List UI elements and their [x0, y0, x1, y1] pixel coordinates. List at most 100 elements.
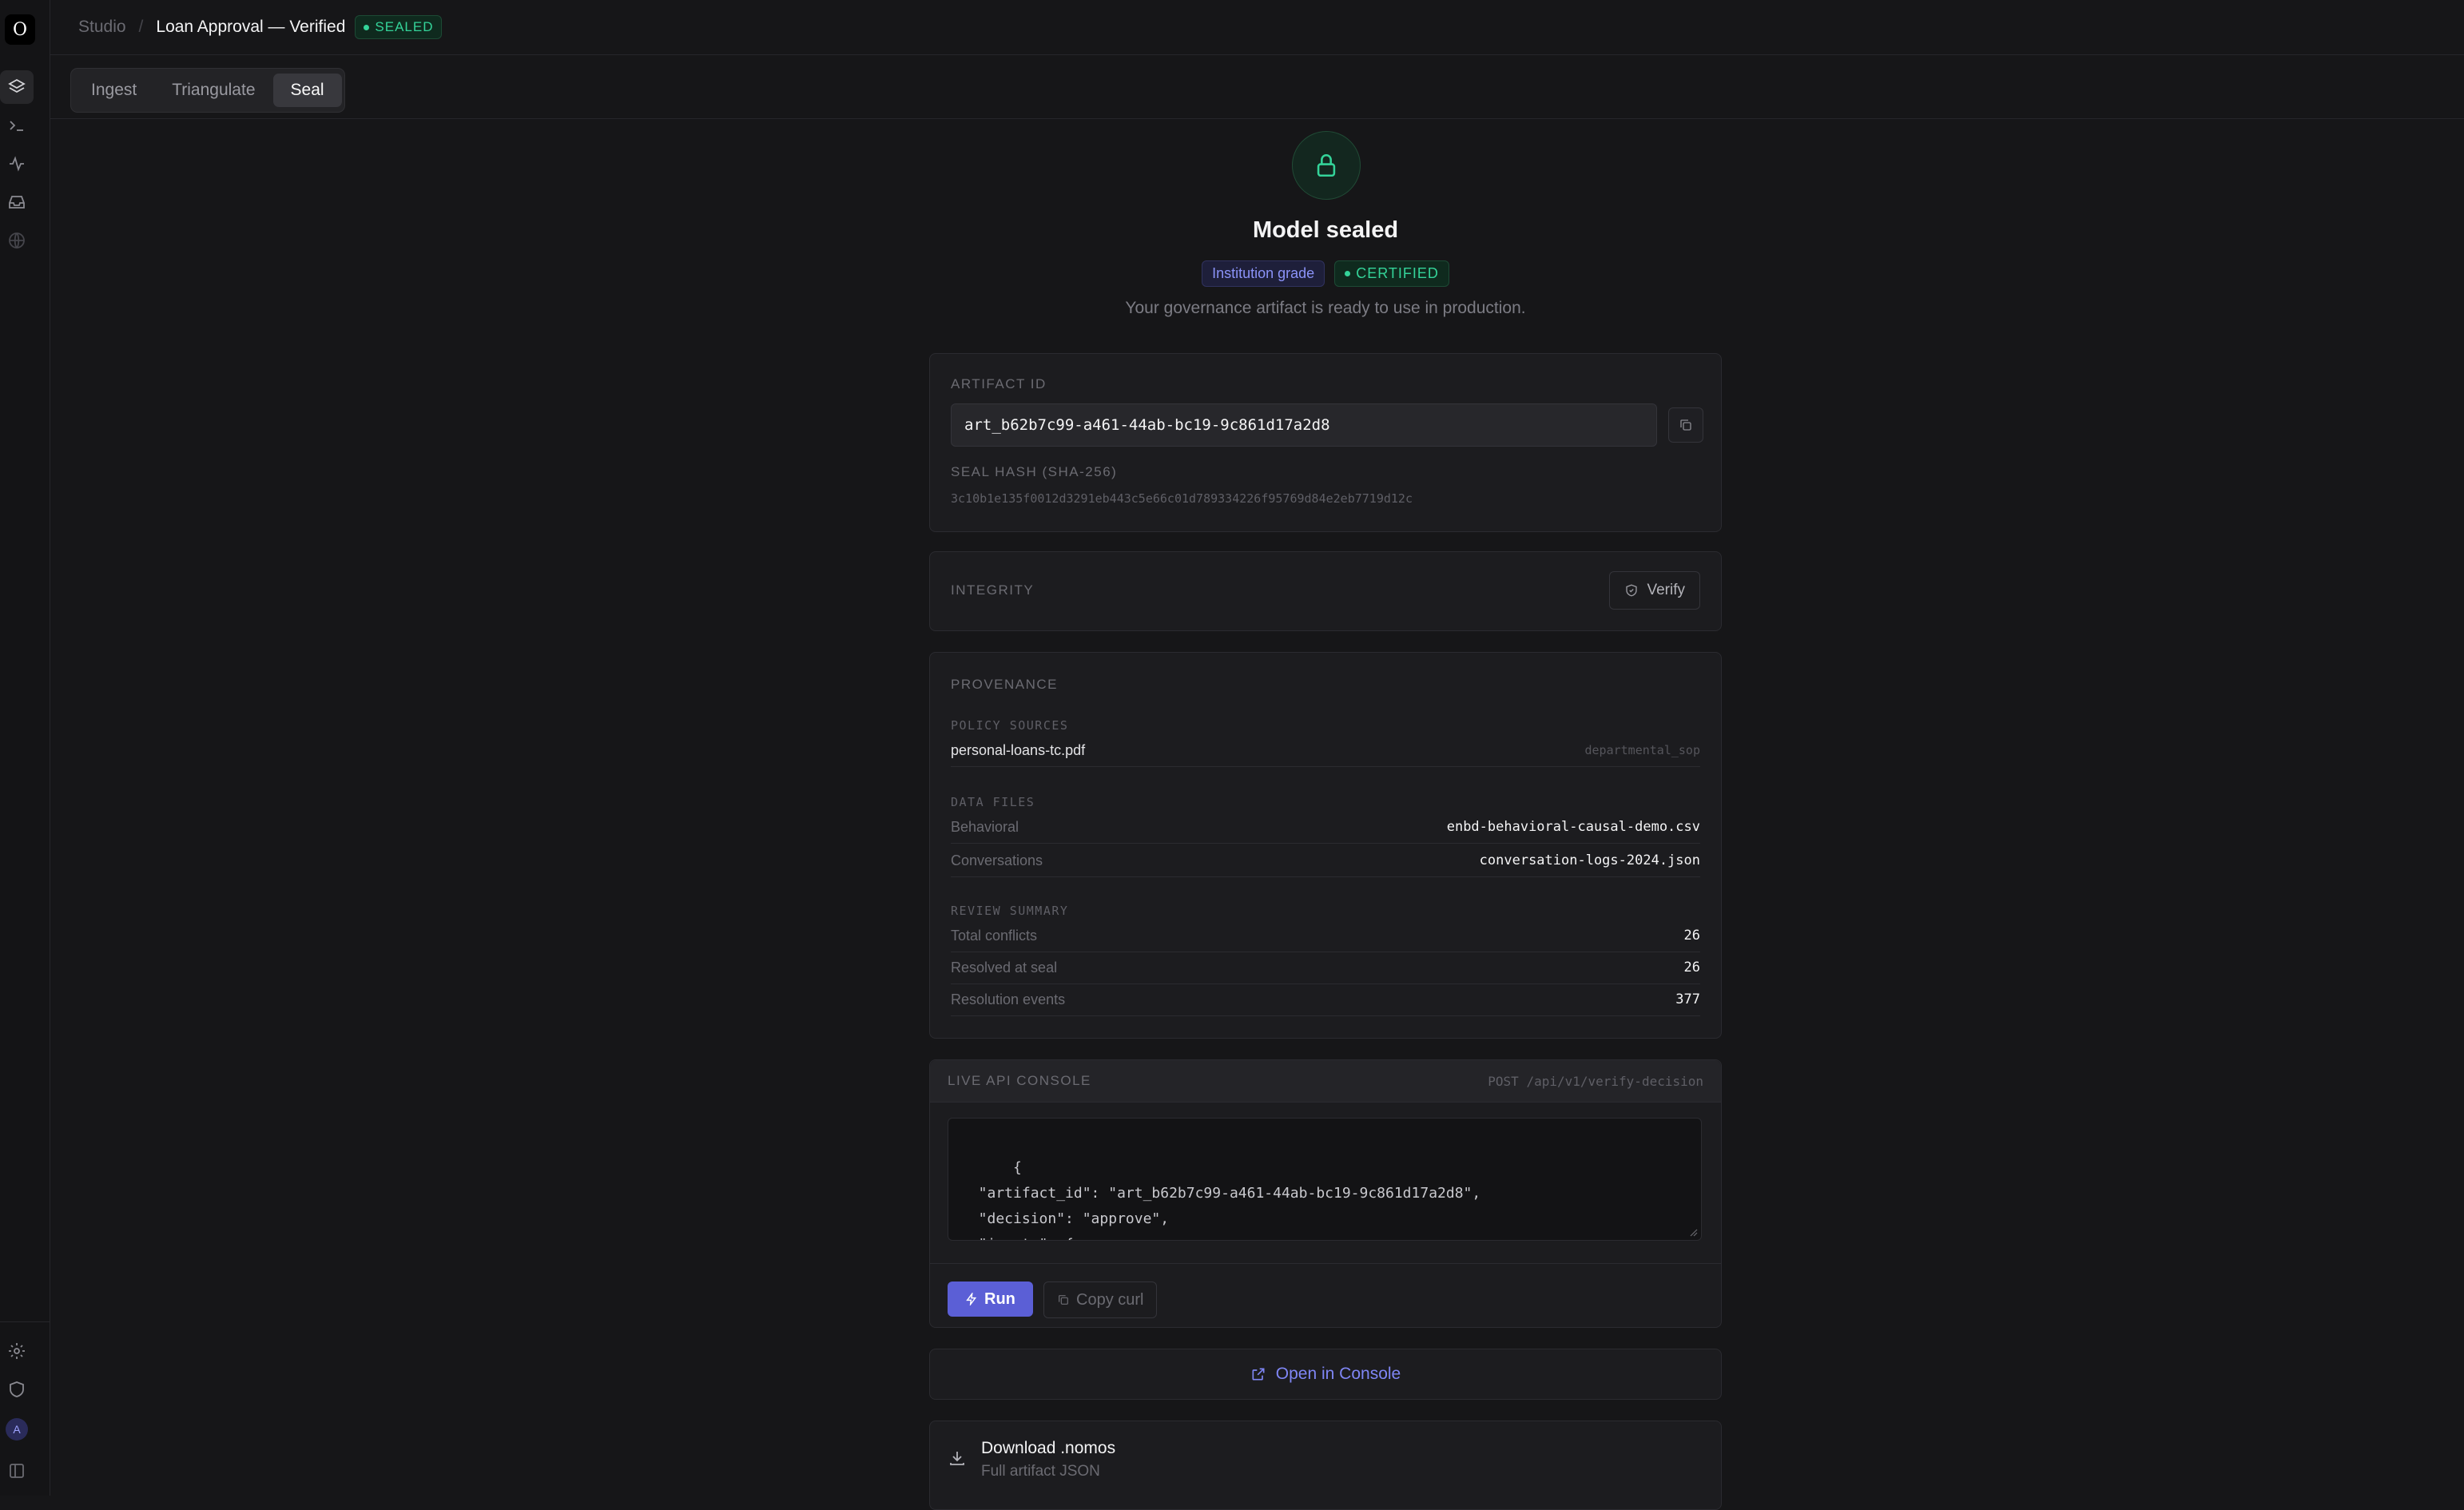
- artifact-card: ARTIFACT ID art_b62b7c99-a461-44ab-bc19-…: [929, 353, 1722, 532]
- api-endpoint: POST /api/v1/verify-decision: [1488, 1074, 1703, 1089]
- nav-activity[interactable]: [0, 147, 34, 181]
- policy-type: departmental_sop: [1584, 743, 1701, 757]
- data-file-kind: Conversations: [951, 852, 1043, 868]
- certified-dot: [1345, 271, 1351, 276]
- lock-icon: [1317, 154, 1336, 177]
- review-summary-label: REVIEW SUMMARY: [951, 904, 1069, 918]
- nav-shield[interactable]: [0, 1373, 34, 1406]
- download-title: Download .nomos: [981, 1439, 1116, 1457]
- data-file-row: Behavioral enbd-behavioral-causal-demo.c…: [951, 811, 1700, 844]
- copy-id-button[interactable]: [1668, 407, 1703, 443]
- review-value: 26: [1683, 960, 1700, 976]
- stage-tabs: Ingest Triangulate Seal: [70, 68, 345, 113]
- inbox-icon: [9, 196, 25, 209]
- open-in-console-button[interactable]: Open in Console: [929, 1349, 1722, 1400]
- request-body-text: { "artifact_id": "art_b62b7c99-a461-44ab…: [978, 1159, 1481, 1240]
- status-badge-label: SEALED: [375, 19, 434, 34]
- shield-icon: [10, 1381, 24, 1397]
- sidebar-toggle-icon: [10, 1464, 24, 1478]
- data-files-label: DATA FILES: [951, 795, 1035, 809]
- tab-seal[interactable]: Seal: [272, 74, 342, 107]
- download-subtitle: Full artifact JSON: [981, 1463, 1100, 1480]
- request-body-editor[interactable]: { "artifact_id": "art_b62b7c99-a461-44ab…: [948, 1118, 1702, 1241]
- review-key: Resolved at seal: [951, 959, 1058, 976]
- verify-button[interactable]: Verify: [1609, 571, 1700, 610]
- review-value: 377: [1675, 991, 1700, 1007]
- review-row: Total conflicts 26: [951, 920, 1700, 952]
- hero-title: Model sealed: [1252, 217, 1399, 243]
- api-console-card: LIVE API CONSOLE POST /api/v1/verify-dec…: [929, 1059, 1722, 1328]
- artifact-id-label: ARTIFACT ID: [951, 376, 1047, 391]
- api-console-header: LIVE API CONSOLE POST /api/v1/verify-dec…: [930, 1060, 1721, 1103]
- avatar: A: [6, 1418, 28, 1440]
- rail-divider: [0, 1321, 50, 1322]
- avatar-button[interactable]: A: [0, 1413, 34, 1446]
- certified-label: CERTIFIED: [1356, 265, 1439, 281]
- run-button[interactable]: Run: [948, 1282, 1033, 1317]
- layers-icon: [8, 78, 26, 93]
- hero-badges: Institution grade CERTIFIED: [929, 260, 1722, 287]
- left-rail: O A: [0, 0, 50, 1496]
- tabs-row: Ingest Triangulate Seal: [50, 54, 2464, 119]
- copy-curl-label: Copy curl: [1076, 1290, 1144, 1309]
- certified-badge: CERTIFIED: [1334, 260, 1449, 287]
- tab-ingest[interactable]: Ingest: [74, 74, 154, 107]
- hero-subtitle: Your governance artifact is ready to use…: [1125, 299, 1526, 317]
- integrity-label: INTEGRITY: [951, 582, 1035, 598]
- activity-icon: [10, 156, 24, 172]
- grade-badge: Institution grade: [1202, 260, 1325, 287]
- policy-sources-label: POLICY SOURCES: [951, 718, 1069, 733]
- nav-globe[interactable]: [0, 224, 34, 257]
- provenance-label: PROVENANCE: [951, 677, 1059, 692]
- policy-row: personal-loans-tc.pdf departmental_sop: [951, 734, 1700, 767]
- sidebar-toggle[interactable]: [0, 1454, 34, 1488]
- nav-settings[interactable]: [0, 1334, 34, 1368]
- review-key: Resolution events: [951, 991, 1066, 1007]
- artifact-id-field[interactable]: art_b62b7c99-a461-44ab-bc19-9c861d17a2d8: [951, 403, 1657, 447]
- nav-layers[interactable]: [0, 70, 34, 104]
- review-value: 26: [1683, 928, 1700, 944]
- external-link-icon: [1252, 1368, 1265, 1381]
- globe-icon: [9, 232, 25, 249]
- provenance-card: PROVENANCE POLICY SOURCES personal-loans…: [929, 652, 1722, 1039]
- top-bar: Studio / Loan Approval — Verified SEALED: [50, 0, 2464, 55]
- download-card[interactable]: Download .nomos Full artifact JSON: [929, 1421, 1722, 1510]
- data-file-name: conversation-logs-2024.json: [1479, 852, 1700, 868]
- app-logo[interactable]: O: [5, 14, 35, 45]
- api-console-label: LIVE API CONSOLE: [948, 1073, 1091, 1088]
- page-title: Loan Approval — Verified: [156, 18, 346, 36]
- settings-icon: [9, 1343, 25, 1359]
- run-label: Run: [984, 1289, 1015, 1308]
- shield-check-icon: [1626, 584, 1638, 597]
- logo-glyph: O: [12, 19, 28, 40]
- download-icon: [950, 1452, 964, 1465]
- bolt-icon: [966, 1293, 977, 1305]
- data-file-row: Conversations conversation-logs-2024.jso…: [951, 844, 1700, 877]
- policy-file: personal-loans-tc.pdf: [951, 741, 1086, 758]
- breadcrumb-separator: /: [138, 18, 144, 36]
- review-row: Resolved at seal 26: [951, 952, 1700, 984]
- review-row: Resolution events 377: [951, 983, 1700, 1016]
- copy-curl-button[interactable]: Copy curl: [1043, 1282, 1158, 1318]
- data-file-name: enbd-behavioral-causal-demo.csv: [1446, 819, 1700, 835]
- avatar-initial: A: [13, 1423, 21, 1436]
- integrity-card: INTEGRITY Verify: [929, 551, 1722, 631]
- terminal-icon: [10, 121, 23, 131]
- copy-icon: [1680, 419, 1691, 431]
- resize-handle-icon[interactable]: [1688, 1227, 1698, 1237]
- api-console-footer: Run Copy curl: [930, 1263, 1721, 1327]
- nav-inbox[interactable]: [0, 185, 34, 219]
- status-dot: [364, 24, 370, 30]
- lock-badge: [1292, 131, 1361, 200]
- status-badge: SEALED: [355, 15, 443, 39]
- nav-terminal[interactable]: [0, 109, 34, 142]
- copy-icon: [1059, 1295, 1068, 1305]
- open-in-console-label: Open in Console: [1275, 1365, 1401, 1383]
- tab-triangulate[interactable]: Triangulate: [154, 74, 272, 107]
- review-key: Total conflicts: [951, 927, 1038, 944]
- breadcrumb-studio[interactable]: Studio: [78, 18, 126, 37]
- seal-hash-label: SEAL HASH (SHA-256): [951, 464, 1118, 479]
- verify-label: Verify: [1647, 582, 1685, 598]
- data-file-kind: Behavioral: [951, 818, 1019, 835]
- seal-hash-value: 3c10b1e135f0012d3291eb443c5e66c01d789334…: [951, 491, 1413, 506]
